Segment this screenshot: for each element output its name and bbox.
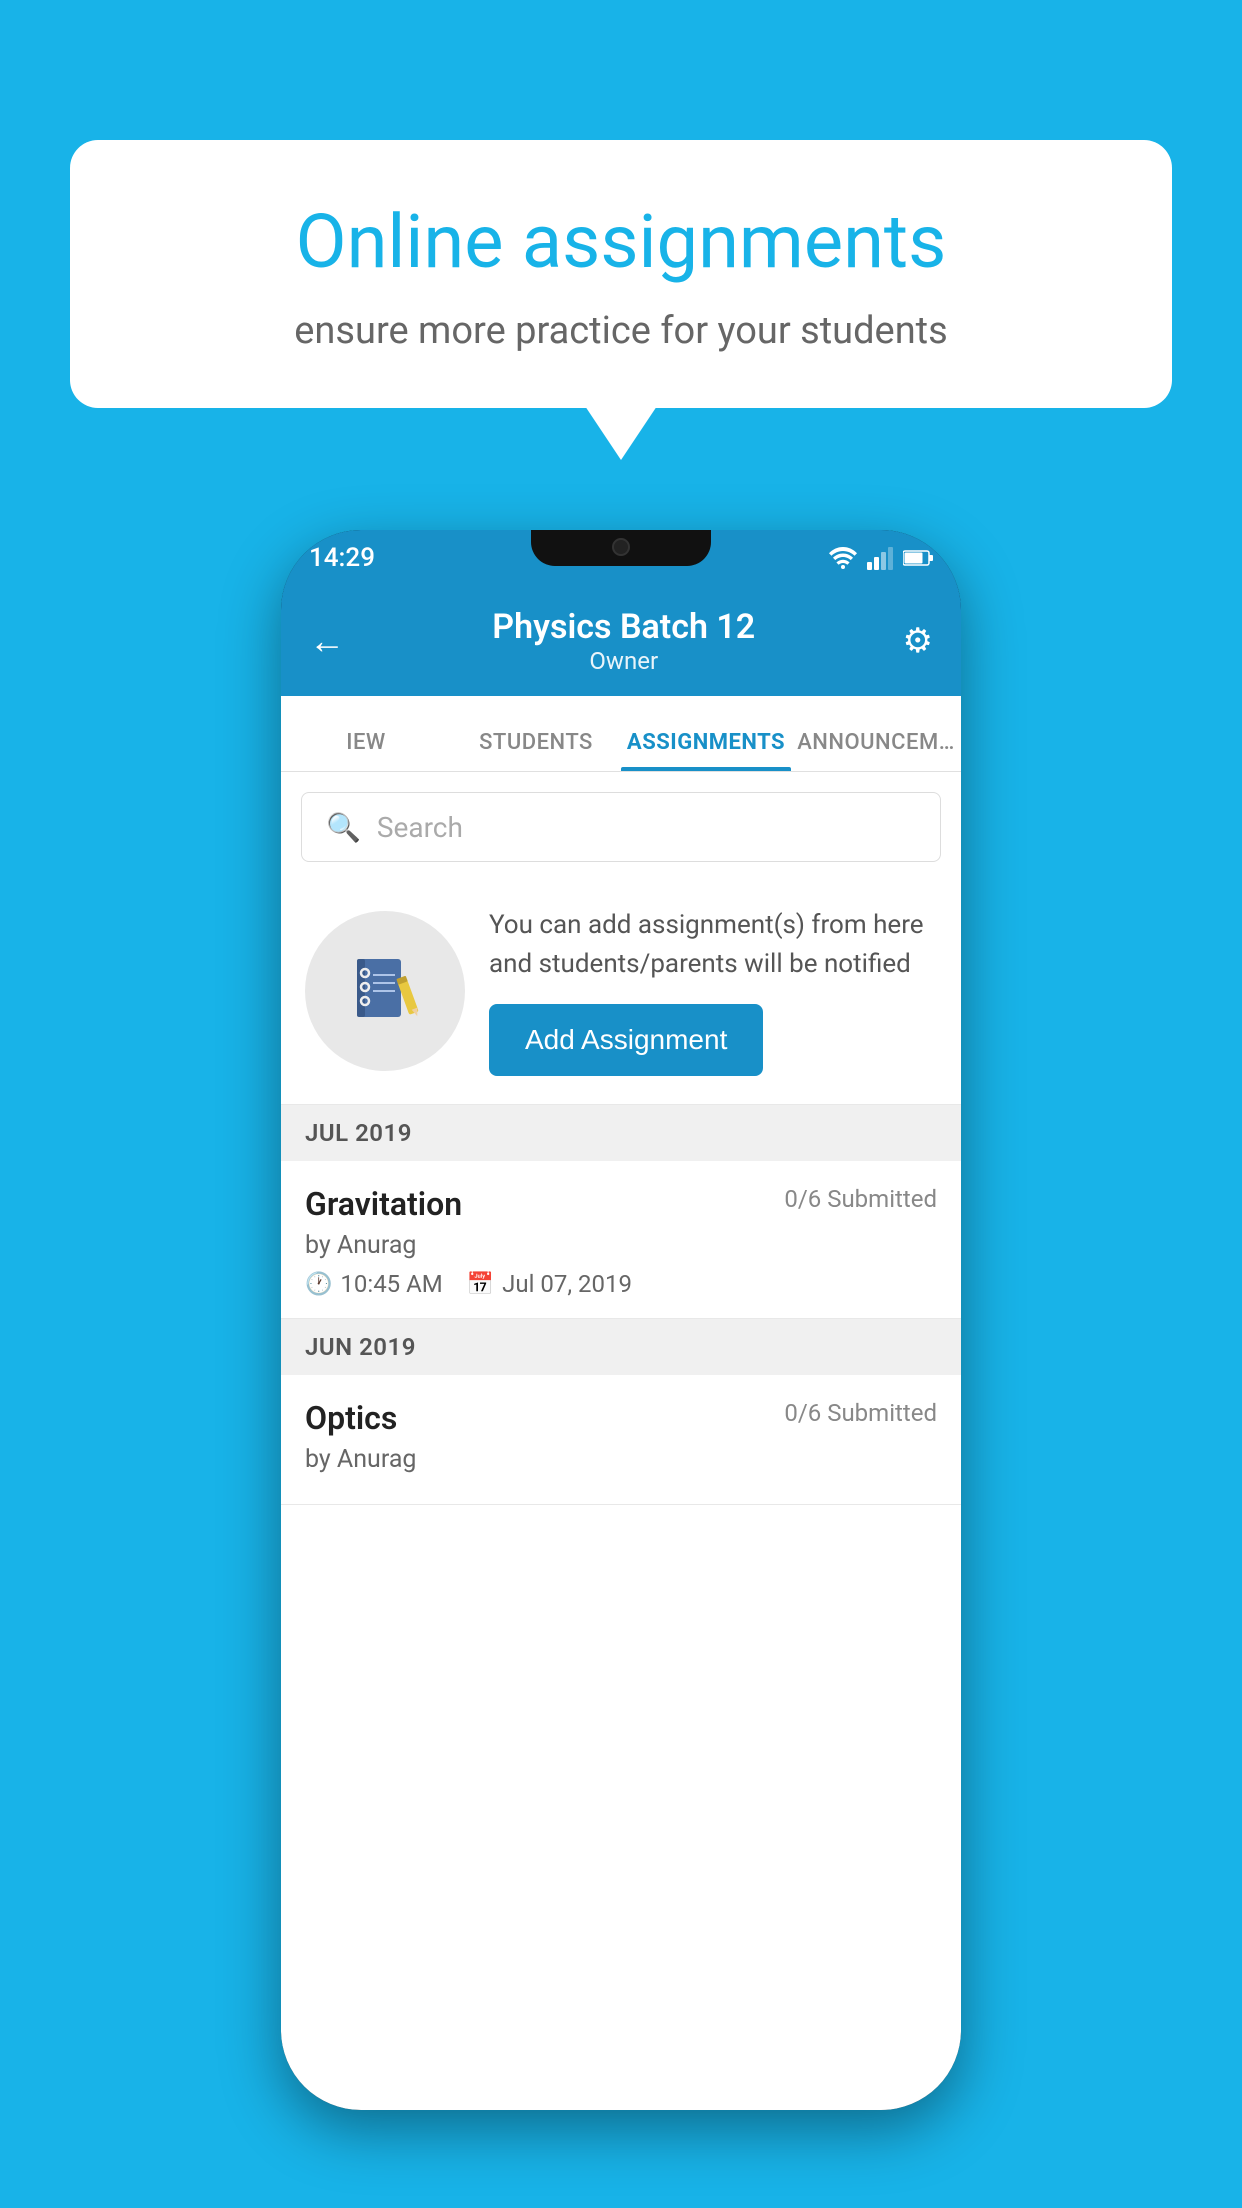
assignment-gravitation[interactable]: Gravitation 0/6 Submitted by Anurag 🕐 10…: [281, 1161, 961, 1319]
app-bar-center: Physics Batch 12 Owner: [492, 607, 755, 675]
app-bar-title: Physics Batch 12: [492, 607, 755, 647]
wifi-icon: [829, 547, 857, 569]
tab-students[interactable]: STUDENTS: [451, 730, 621, 771]
search-bar[interactable]: 🔍 Search: [301, 792, 941, 862]
assignment-time-value: 10:45 AM: [340, 1270, 442, 1298]
back-button[interactable]: ←: [309, 620, 345, 662]
assignment-date-value: Jul 07, 2019: [502, 1270, 632, 1298]
tab-announcements[interactable]: ANNOUNCEM…: [791, 730, 961, 771]
settings-icon[interactable]: ⚙: [903, 621, 933, 661]
clock-icon: 🕐: [305, 1272, 332, 1297]
app-bar: ← Physics Batch 12 Owner ⚙: [281, 586, 961, 696]
assignment-icon-circle: [305, 911, 465, 1071]
assignment-top-row-optics: Optics 0/6 Submitted: [305, 1399, 937, 1437]
assignment-meta-gravitation: 🕐 10:45 AM 📅 Jul 07, 2019: [305, 1270, 937, 1298]
phone-notch: [531, 530, 711, 566]
assignment-author-gravitation: by Anurag: [305, 1231, 937, 1260]
assignment-optics[interactable]: Optics 0/6 Submitted by Anurag: [281, 1375, 961, 1505]
bubble-title: Online assignments: [140, 200, 1102, 285]
info-text-section: You can add assignment(s) from here and …: [489, 906, 937, 1076]
phone-frame: 14:29 ←: [281, 530, 961, 2110]
signal-icon: [867, 547, 893, 570]
section-header-jul: JUL 2019: [281, 1105, 961, 1161]
section-header-jun: JUN 2019: [281, 1319, 961, 1375]
assignment-date-gravitation: 📅 Jul 07, 2019: [467, 1270, 632, 1298]
assignment-title-gravitation: Gravitation: [305, 1185, 462, 1223]
assignment-author-optics: by Anurag: [305, 1445, 937, 1474]
add-assignment-button[interactable]: Add Assignment: [489, 1004, 763, 1076]
assignment-time-gravitation: 🕐 10:45 AM: [305, 1270, 443, 1298]
info-card: You can add assignment(s) from here and …: [281, 878, 961, 1105]
bubble-subtitle: ensure more practice for your students: [140, 309, 1102, 353]
front-camera: [612, 538, 630, 556]
search-placeholder: Search: [377, 811, 463, 844]
assignment-submitted-optics: 0/6 Submitted: [784, 1399, 937, 1427]
tabs-bar: IEW STUDENTS ASSIGNMENTS ANNOUNCEM…: [281, 696, 961, 772]
notebook-icon: [345, 951, 425, 1031]
calendar-icon: 📅: [467, 1272, 494, 1297]
assignment-submitted-gravitation: 0/6 Submitted: [784, 1185, 937, 1213]
assignment-top-row: Gravitation 0/6 Submitted: [305, 1185, 937, 1223]
status-icons: [829, 547, 933, 570]
search-icon: 🔍: [326, 811, 361, 844]
speech-bubble-container: Online assignments ensure more practice …: [70, 140, 1172, 408]
info-description: You can add assignment(s) from here and …: [489, 906, 937, 984]
tab-assignments[interactable]: ASSIGNMENTS: [621, 730, 791, 771]
tab-iew[interactable]: IEW: [281, 730, 451, 771]
battery-icon: [903, 549, 933, 567]
assignment-title-optics: Optics: [305, 1399, 397, 1437]
speech-bubble: Online assignments ensure more practice …: [70, 140, 1172, 408]
app-bar-subtitle: Owner: [492, 647, 755, 675]
phone-screen: 🔍 Search: [281, 772, 961, 2110]
status-time: 14:29: [309, 543, 375, 573]
